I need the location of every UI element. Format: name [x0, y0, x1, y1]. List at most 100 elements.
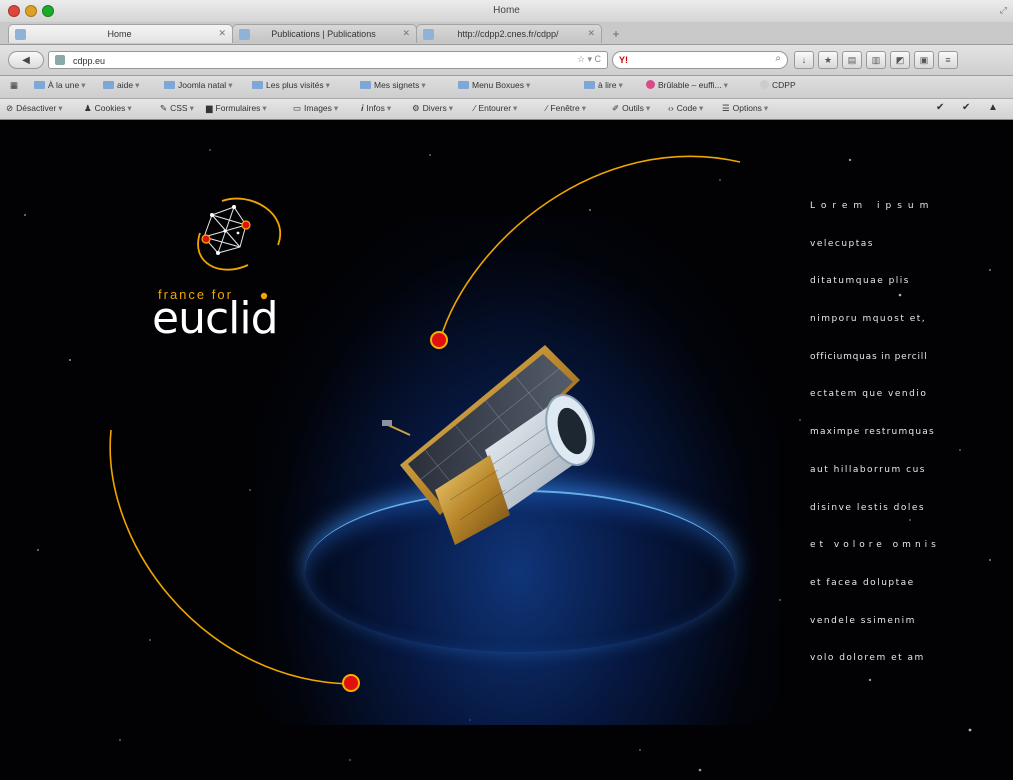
warning-icon[interactable]: ▲ [988, 102, 998, 113]
outline-icon: ∕ [474, 103, 476, 113]
menu-icon[interactable]: ≡ [938, 51, 958, 69]
url-input[interactable] [71, 53, 545, 69]
title-bar: Home ⤢ [0, 0, 1013, 23]
bookmark-site-icon [646, 80, 655, 89]
tab-close-icon[interactable]: ✕ [587, 28, 595, 39]
wd-entourer[interactable]: ∕ Entourer ▾ [474, 103, 517, 114]
wd-label: Options [732, 103, 762, 113]
wd-divers[interactable]: ⚙ Divers ▾ [412, 103, 453, 114]
site-identity-icon [55, 55, 65, 65]
back-arrow-icon: ◀ [22, 55, 30, 66]
bookmarks-toolbar: ▦ À la une ▾ aide ▾ Joomla natal ▾ Les plus… [0, 76, 1013, 99]
search-bar[interactable]: Y! ⌕ [612, 51, 788, 69]
library-icon[interactable]: ▥ [866, 51, 886, 69]
folder-icon [360, 81, 371, 89]
france-for-euclid-logo[interactable]: france for euclid [150, 195, 320, 355]
text-line: officiumquas in percill [810, 351, 928, 362]
bookmark-label: Menu Boxues [472, 80, 524, 90]
wd-label: Formulaires [215, 103, 261, 113]
sidebar-icon[interactable]: ▤ [842, 51, 862, 69]
bookmark-a-lire[interactable]: à lire ▾ [584, 80, 623, 91]
cookies-icon: ♟ [84, 103, 92, 113]
bookmark-star-icon[interactable]: ★ [818, 51, 838, 69]
tab-favicon-icon [423, 29, 434, 40]
wd-label: Entourer [478, 103, 512, 113]
wd-label: Cookies [94, 103, 126, 113]
bookmark-aide[interactable]: aide ▾ [103, 80, 139, 91]
images-icon: ▭ [293, 103, 302, 113]
upper-orbit-arc [439, 155, 741, 341]
text-line: aut hillaborrum cus [810, 464, 926, 475]
bookmark-joomla[interactable]: Joomla natal ▾ [164, 80, 232, 91]
misc-icon: ⚙ [412, 103, 420, 113]
wd-label: Divers [422, 103, 447, 113]
new-tab-button[interactable]: + [606, 26, 626, 42]
css-icon: ✎ [160, 103, 168, 113]
reload-icon[interactable]: ☆ ▾ C [577, 54, 601, 65]
tab-close-icon[interactable]: ✕ [218, 28, 226, 39]
tab-label: Home [107, 29, 132, 39]
tab-favicon-icon [239, 29, 250, 40]
text-line: velecuptas [810, 238, 874, 249]
web-page: france for euclid Lorem ipsum velecuptas… [0, 120, 1013, 780]
bookmark-label: À la une [48, 80, 80, 90]
folder-icon [458, 81, 469, 89]
tab-cdpp[interactable]: http://cdpp2.cnes.fr/cdpp/ ✕ [416, 24, 602, 43]
wd-outils[interactable]: ✐ Outils ▾ [612, 103, 650, 114]
bookmark-site-icon [760, 80, 769, 89]
wd-fenetre[interactable]: ∕ Fenêtre ▾ [546, 103, 586, 114]
addon-icon[interactable]: ◩ [890, 51, 910, 69]
lower-orbit-arc [109, 429, 351, 685]
validate-css-icon[interactable]: ✔ [962, 102, 970, 113]
bookmark-label: Mes signets [374, 80, 420, 90]
bookmarks-menu-icon[interactable]: ▦ [10, 80, 18, 91]
wd-options[interactable]: ☰ Options ▾ [722, 103, 768, 114]
bookmark-cdpp[interactable]: CDPP [760, 80, 796, 90]
search-icon[interactable]: ⌕ [775, 53, 781, 64]
bookmark-plus-visites[interactable]: Les plus visités ▾ [252, 80, 330, 91]
address-bar[interactable]: ☆ ▾ C [48, 51, 608, 69]
wd-infos[interactable]: 𝒊 Infos ▾ [361, 103, 391, 114]
wd-label: Fenêtre [550, 103, 580, 113]
tab-bar: Home ✕ Publications | Publications ✕ htt… [0, 22, 1013, 45]
bookmark-a-la-une[interactable]: À la une ▾ [34, 80, 85, 91]
wd-label: Infos [366, 103, 385, 113]
bookmark-mes-signets[interactable]: Mes signets ▾ [360, 80, 426, 91]
logo-emblem-icon [197, 197, 281, 271]
wd-images[interactable]: ▭ Images ▾ [293, 103, 338, 114]
wd-cookies[interactable]: ♟ Cookies ▾ [84, 103, 132, 114]
wd-code[interactable]: ‹› Code ▾ [668, 103, 703, 114]
text-line: Lorem ipsum [810, 201, 935, 211]
bookmark-brulable[interactable]: Brûlable – euffi... ▾ [646, 80, 728, 91]
navigation-bar: ◀ ☆ ▾ C Y! ⌕ ↓ ★ ▤ ▥ ◩ ▣ ≡ [0, 45, 1013, 76]
text-line: volo dolorem et am [810, 653, 925, 664]
tab-label: http://cdpp2.cnes.fr/cdpp/ [457, 29, 559, 39]
text-line: maximpe restrumquas [810, 427, 935, 438]
options-icon: ☰ [722, 103, 730, 113]
wd-formulaires[interactable]: ▆ Formulaires ▾ [206, 103, 267, 114]
lower-orbit-dot[interactable] [342, 674, 360, 692]
tab-close-icon[interactable]: ✕ [402, 28, 410, 39]
extension-icon[interactable]: ▣ [914, 51, 934, 69]
back-button[interactable]: ◀ [8, 51, 44, 69]
info-icon: 𝒊 [361, 103, 364, 113]
validate-html-icon[interactable]: ✔ [936, 102, 944, 113]
tab-home[interactable]: Home ✕ [8, 24, 233, 43]
tools-icon: ✐ [612, 103, 620, 113]
search-input[interactable] [635, 53, 769, 69]
tab-publications[interactable]: Publications | Publications ✕ [232, 24, 417, 43]
upper-orbit-dot[interactable] [430, 331, 448, 349]
wd-label: CSS [170, 103, 188, 113]
search-engine-icon[interactable]: Y! [619, 55, 628, 65]
bookmark-menu-boxues[interactable]: Menu Boxues ▾ [458, 80, 530, 91]
bookmark-label: Brûlable – euffi... [658, 80, 722, 90]
fullscreen-icon[interactable]: ⤢ [1000, 5, 1007, 16]
bookmark-label: CDPP [772, 80, 796, 90]
bookmark-label: aide [117, 80, 134, 90]
wd-css[interactable]: ✎ CSS ▾ [160, 103, 194, 114]
download-icon[interactable]: ↓ [794, 51, 814, 69]
wd-desactiver[interactable]: ⊘ Désactiver ▾ [6, 103, 63, 114]
text-line: nimporu mquost et, [810, 314, 927, 325]
folder-icon [103, 81, 114, 89]
text-line: et volore omnis [810, 540, 940, 551]
